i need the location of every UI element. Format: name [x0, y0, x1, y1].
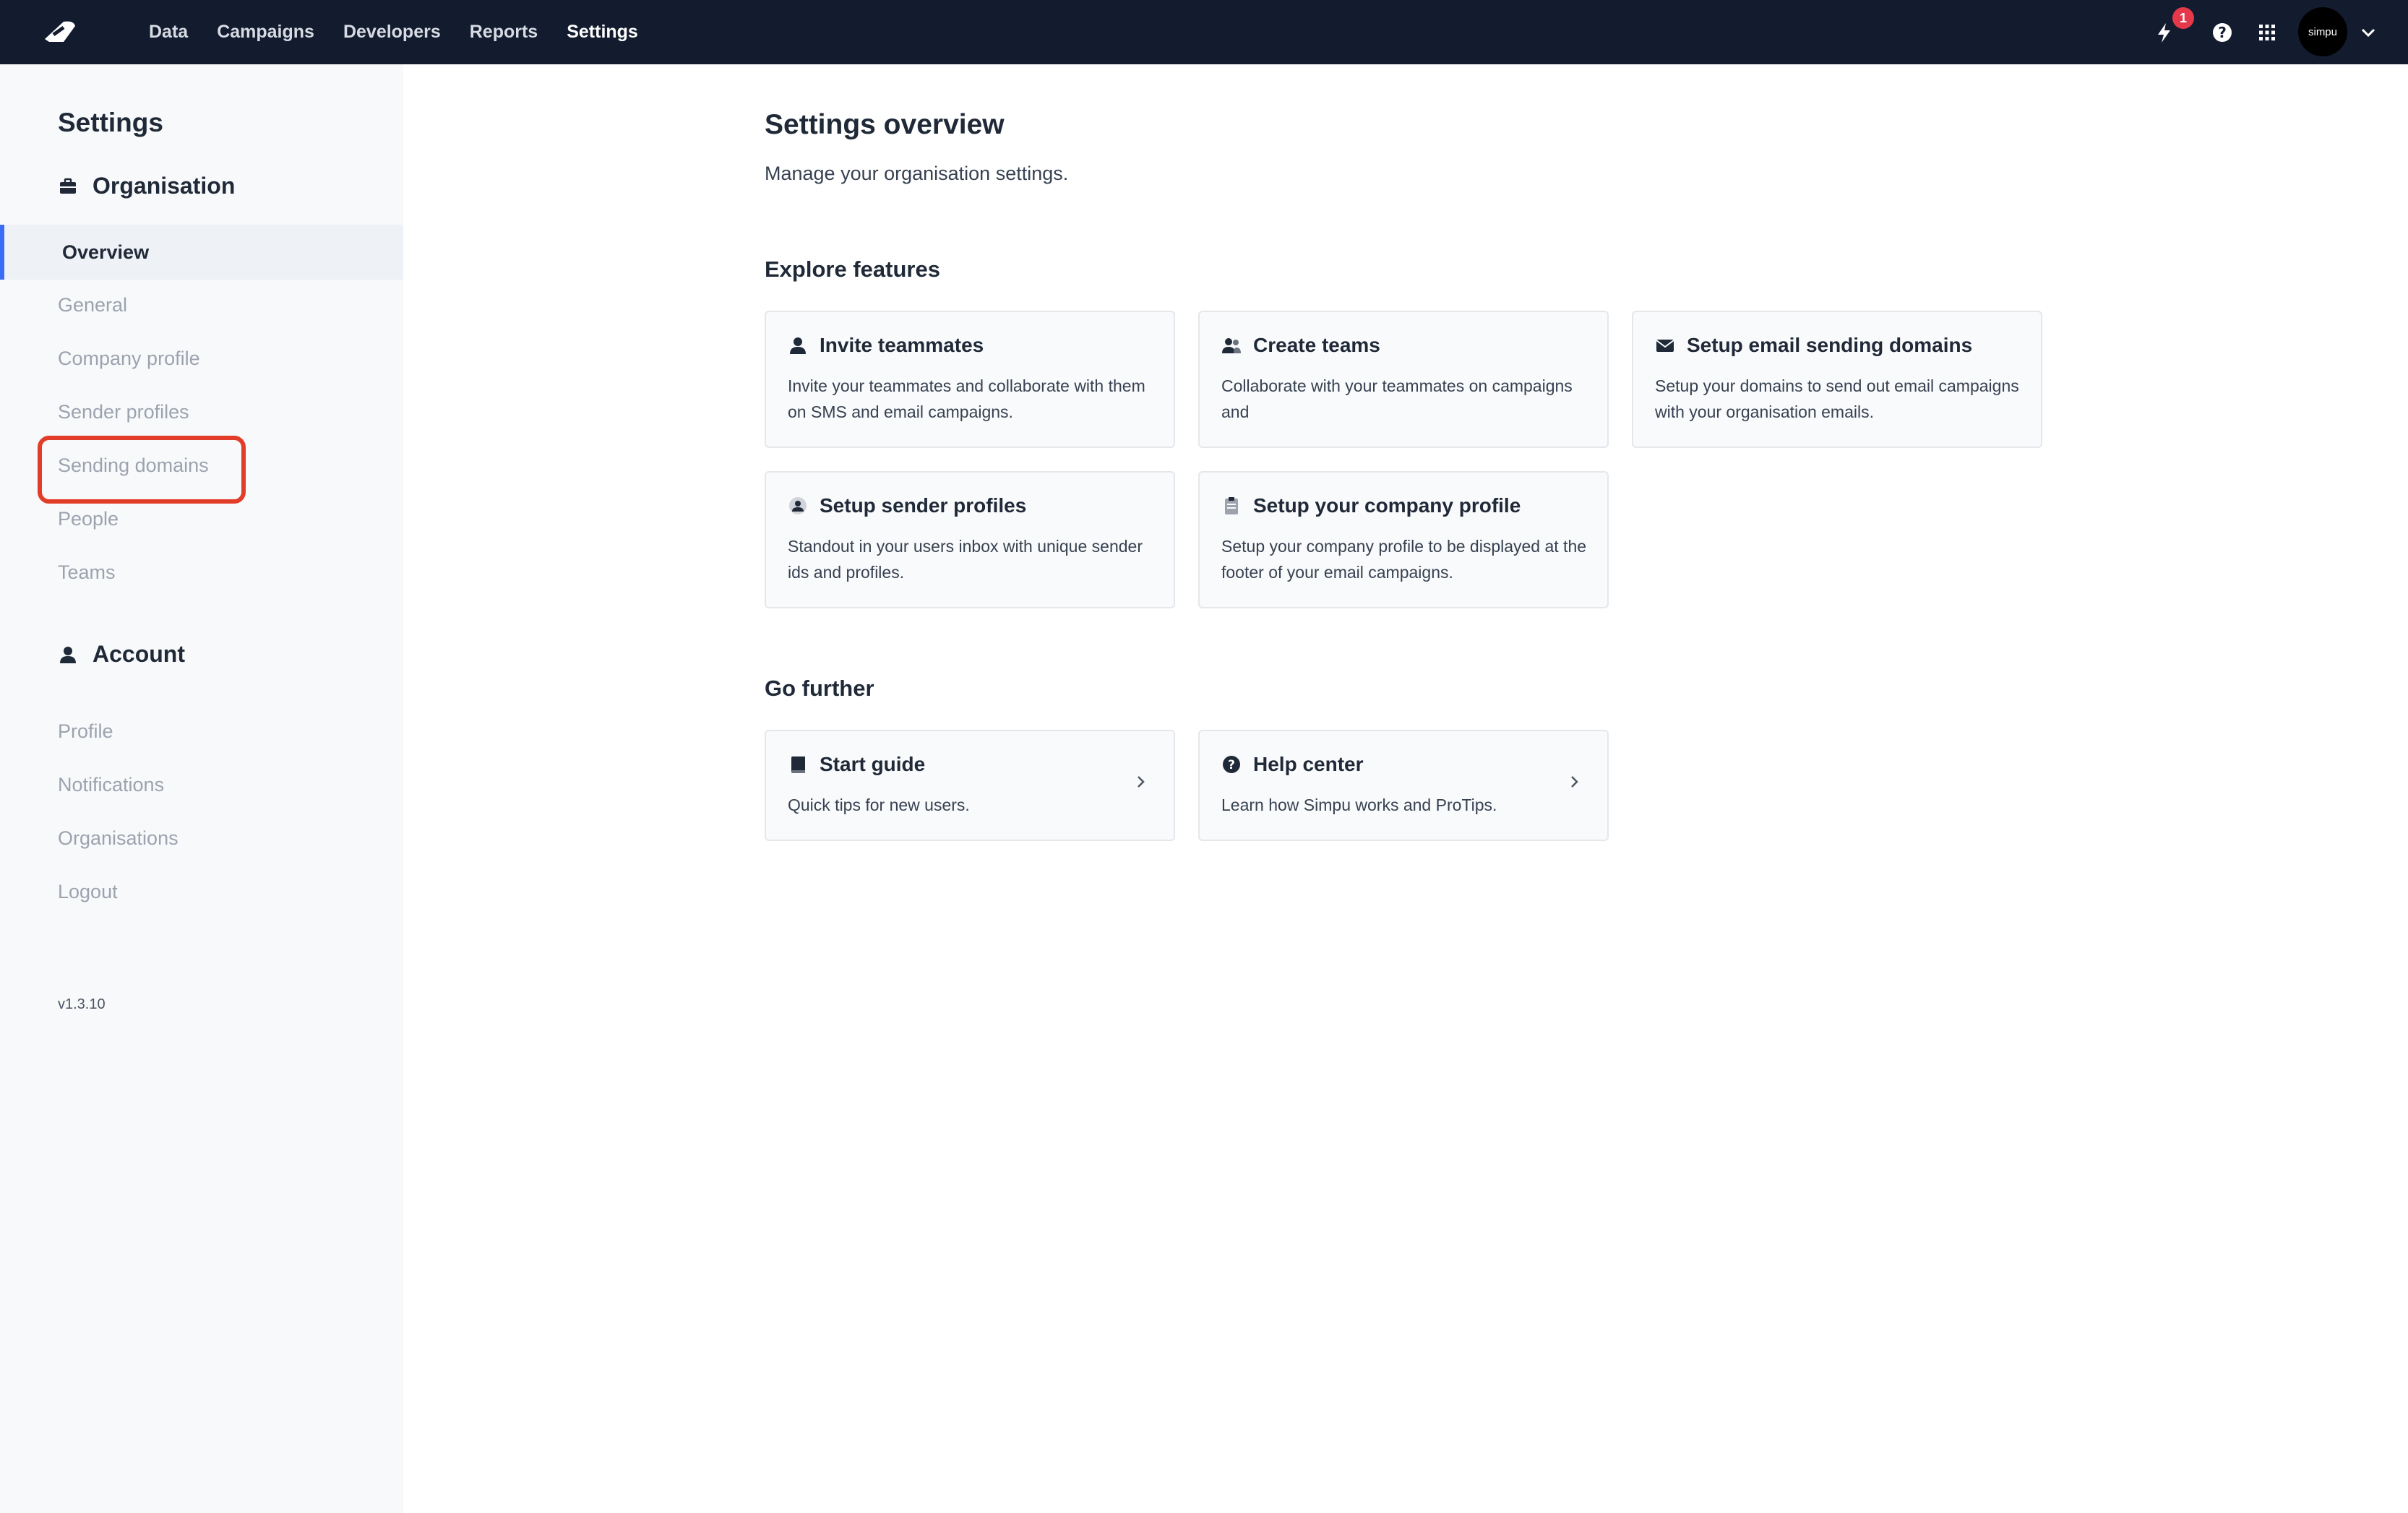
nav-item-campaigns[interactable]: Campaigns — [217, 22, 314, 43]
further-card-help-center[interactable]: ? Help center Learn how Simpu works and … — [1198, 730, 1609, 841]
chevron-right-icon — [1571, 776, 1578, 788]
chevron-down-icon[interactable] — [2356, 20, 2381, 45]
svg-text:?: ? — [2218, 24, 2227, 41]
card-description: Setup your company profile to be display… — [1221, 537, 1587, 582]
person-icon — [790, 337, 806, 354]
nav-item-settings[interactable]: Settings — [567, 22, 638, 43]
briefcase-icon — [60, 178, 76, 194]
simpu-logo-icon[interactable] — [42, 17, 78, 46]
book-icon — [791, 756, 805, 773]
section-organisation: Organisation — [58, 173, 235, 199]
group-icon — [1222, 338, 1241, 353]
sidebar-item-overview[interactable]: Overview — [0, 225, 403, 280]
card-title: Invite teammates — [820, 334, 984, 356]
page-subtitle: Manage your organisation settings. — [765, 163, 1069, 184]
card-description: Collaborate with your teammates on campa… — [1221, 376, 1573, 421]
main-nav: Data Campaigns Developers Reports Settin… — [149, 0, 638, 64]
card-title: Help center — [1253, 753, 1364, 775]
card-description: Setup your domains to send out email cam… — [1655, 376, 2019, 421]
card-description: Learn how Simpu works and ProTips. — [1221, 796, 1497, 814]
further-card-start-guide[interactable]: Start guide Quick tips for new users. — [765, 730, 1175, 841]
card-description: Invite your teammates and collaborate wi… — [788, 376, 1145, 421]
chevron-right-icon — [1138, 776, 1145, 788]
top-navigation-bar: Data Campaigns Developers Reports Settin… — [0, 0, 2408, 64]
question-circle-icon: ? — [1223, 756, 1240, 773]
notification-badge: 1 — [2172, 7, 2194, 29]
feature-card-setup-email-sending-domains[interactable]: Setup email sending domains Setup your d… — [1632, 311, 2042, 448]
page-title: Settings overview — [765, 109, 1005, 140]
help-icon[interactable]: ? — [2210, 20, 2235, 45]
sidebar-item-organisations[interactable]: Organisations — [58, 827, 179, 850]
settings-sidebar: Settings Organisation Overview General C… — [0, 64, 403, 1513]
feature-card-setup-sender-profiles[interactable]: Setup sender profiles Standout in your u… — [765, 471, 1175, 608]
card-title: Setup email sending domains — [1687, 334, 1973, 356]
card-description: Quick tips for new users. — [788, 796, 970, 814]
section-organisation-label: Organisation — [93, 173, 236, 199]
avatar[interactable]: simpu — [2298, 7, 2347, 56]
feature-card-create-teams[interactable]: Create teams Collaborate with your teamm… — [1198, 311, 1609, 448]
annotation-highlight-box — [38, 436, 246, 504]
apps-grid-icon[interactable] — [2255, 20, 2279, 45]
sidebar-item-teams[interactable]: Teams — [58, 561, 116, 584]
nav-item-reports[interactable]: Reports — [470, 22, 538, 43]
app-version: v1.3.10 — [58, 996, 106, 1012]
card-title: Create teams — [1253, 334, 1380, 356]
sidebar-item-people[interactable]: People — [58, 508, 119, 530]
sidebar-title: Settings — [58, 108, 163, 137]
card-title: Setup sender profiles — [820, 494, 1027, 517]
sidebar-item-general[interactable]: General — [58, 294, 127, 316]
svg-text:?: ? — [1228, 758, 1235, 772]
card-title: Setup your company profile — [1253, 494, 1521, 517]
feature-card-setup-company-profile[interactable]: Setup your company profile Setup your co… — [1198, 471, 1609, 608]
envelope-icon — [1656, 340, 1674, 352]
card-title: Start guide — [820, 753, 926, 775]
card-description: Standout in your users inbox with unique… — [788, 537, 1143, 582]
feature-card-invite-teammates[interactable]: Invite teammates Invite your teammates a… — [765, 311, 1175, 448]
nav-item-data[interactable]: Data — [149, 22, 188, 43]
explore-features-heading: Explore features — [765, 257, 940, 282]
person-icon — [60, 646, 76, 663]
lightning-icon[interactable] — [2152, 20, 2177, 45]
sidebar-item-company-profile[interactable]: Company profile — [58, 348, 200, 370]
sidebar-item-notifications[interactable]: Notifications — [58, 774, 164, 796]
section-account-label: Account — [93, 641, 185, 667]
section-account: Account — [58, 641, 185, 668]
profile-circle-icon — [789, 497, 807, 514]
sidebar-item-profile[interactable]: Profile — [58, 720, 113, 743]
sidebar-item-logout[interactable]: Logout — [58, 881, 118, 903]
clipboard-icon — [1225, 497, 1238, 514]
go-further-heading: Go further — [765, 676, 874, 701]
sidebar-item-sender-profiles[interactable]: Sender profiles — [58, 401, 189, 423]
nav-item-developers[interactable]: Developers — [343, 22, 441, 43]
